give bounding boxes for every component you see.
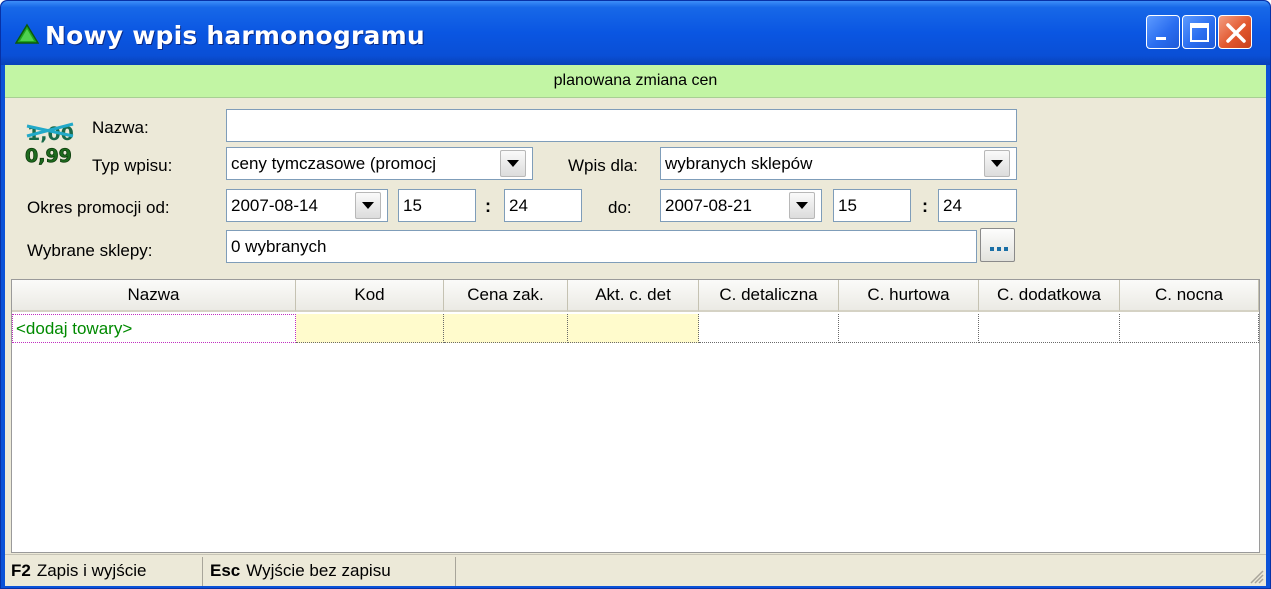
save-key: F2 [11,561,31,580]
chevron-down-icon [796,202,808,209]
from-date-value: 2007-08-14 [231,196,318,215]
resize-grip-icon[interactable] [1246,566,1264,584]
type-select[interactable]: ceny tymczasowe (promocj [226,147,533,180]
from-date-dropdown-button[interactable] [355,192,381,219]
green-triangle-icon [15,23,39,44]
price-change-icon: 1,00 0,99 [25,122,74,167]
column-header-c-detaliczna[interactable]: C. detaliczna [699,280,839,312]
entry-for-dropdown-button[interactable] [984,150,1010,177]
entry-for-select[interactable]: wybranych sklepów [660,147,1017,180]
table-cell-c-dodatkowa[interactable] [979,314,1120,343]
save-and-exit-shortcut[interactable]: F2 Zapis i wyjście [5,557,203,586]
from-minute-input[interactable]: 24 [504,189,582,222]
entry-for-label: Wpis dla: [568,156,638,175]
to-date-value: 2007-08-21 [665,196,752,215]
table-cell-c-detaliczna[interactable] [699,314,839,343]
maximize-button[interactable] [1182,15,1216,49]
close-icon [1226,23,1246,43]
from-date-picker[interactable]: 2007-08-14 [226,189,388,222]
exit-key: Esc [210,561,241,580]
to-hour-input[interactable]: 15 [833,189,911,222]
name-label: Nazwa: [92,118,149,137]
table-cell-c-hurtowa[interactable] [839,314,979,343]
column-header-kod[interactable]: Kod [296,280,444,312]
type-select-value: ceny tymczasowe (promocj [231,154,437,173]
type-label: Typ wpisu: [92,156,173,175]
chevron-down-icon [991,160,1003,167]
period-label: Okres promocji od: [27,198,170,217]
column-header-akt-c-det[interactable]: Akt. c. det [568,280,699,312]
table-cell-c-nocna[interactable] [1120,314,1259,343]
from-hour-input[interactable]: 15 [398,189,476,222]
column-header-c-hurtowa[interactable]: C. hurtowa [839,280,979,312]
products-grid[interactable]: Nazwa Kod Cena zak. Akt. c. det C. detal… [11,279,1260,553]
column-header-c-dodatkowa[interactable]: C. dodatkowa [979,280,1120,312]
table-cell-kod[interactable] [296,314,444,343]
entry-for-value: wybranych sklepów [665,154,813,173]
to-minute-input[interactable]: 24 [938,189,1017,222]
save-label: Zapis i wyjście [36,561,147,580]
window-title: Nowy wpis harmonogramu [45,21,425,50]
column-header-c-nocna[interactable]: C. nocna [1120,280,1259,312]
to-time-separator: : [922,196,928,216]
to-date-picker[interactable]: 2007-08-21 [660,189,822,222]
name-input[interactable] [226,109,1017,142]
table-cell-cena-zak[interactable] [444,314,568,343]
chevron-down-icon [507,160,519,167]
chevron-down-icon [362,202,374,209]
to-date-dropdown-button[interactable] [789,192,815,219]
minimize-icon [1156,37,1166,40]
close-button[interactable] [1218,15,1252,49]
type-dropdown-button[interactable] [500,150,526,177]
table-cell-akt-c-det[interactable] [568,314,699,343]
title-bar[interactable]: Nowy wpis harmonogramu [1,1,1270,65]
minimize-button[interactable] [1146,15,1180,49]
column-header-nazwa[interactable]: Nazwa [12,280,296,312]
to-label: do: [608,198,632,217]
mode-banner: planowana zmiana cen [5,65,1266,98]
from-time-separator: : [485,196,491,216]
select-shops-button[interactable] [980,228,1015,262]
shops-field: 0 wybranych [226,230,977,263]
dialog-client-area: planowana zmiana cen 1,00 0,99 Nazwa: Ty… [5,65,1266,586]
column-header-cena-zak[interactable]: Cena zak. [444,280,568,312]
dialog-window: Nowy wpis harmonogramu planowana zmiana … [0,0,1271,589]
exit-label: Wyjście bez zapisu [246,561,391,580]
ellipsis-icon [990,247,1008,251]
exit-without-save-shortcut[interactable]: Esc Wyjście bez zapisu [204,557,456,586]
add-products-cell[interactable]: <dodaj towary> [12,314,296,343]
grid-header: Nazwa Kod Cena zak. Akt. c. det C. detal… [12,280,1259,312]
shops-label: Wybrane sklepy: [27,241,153,260]
svg-text:0,99: 0,99 [25,145,72,167]
status-bar: F2 Zapis i wyjście Esc Wyjście bez zapisu [5,554,1266,586]
maximize-icon [1190,23,1209,42]
